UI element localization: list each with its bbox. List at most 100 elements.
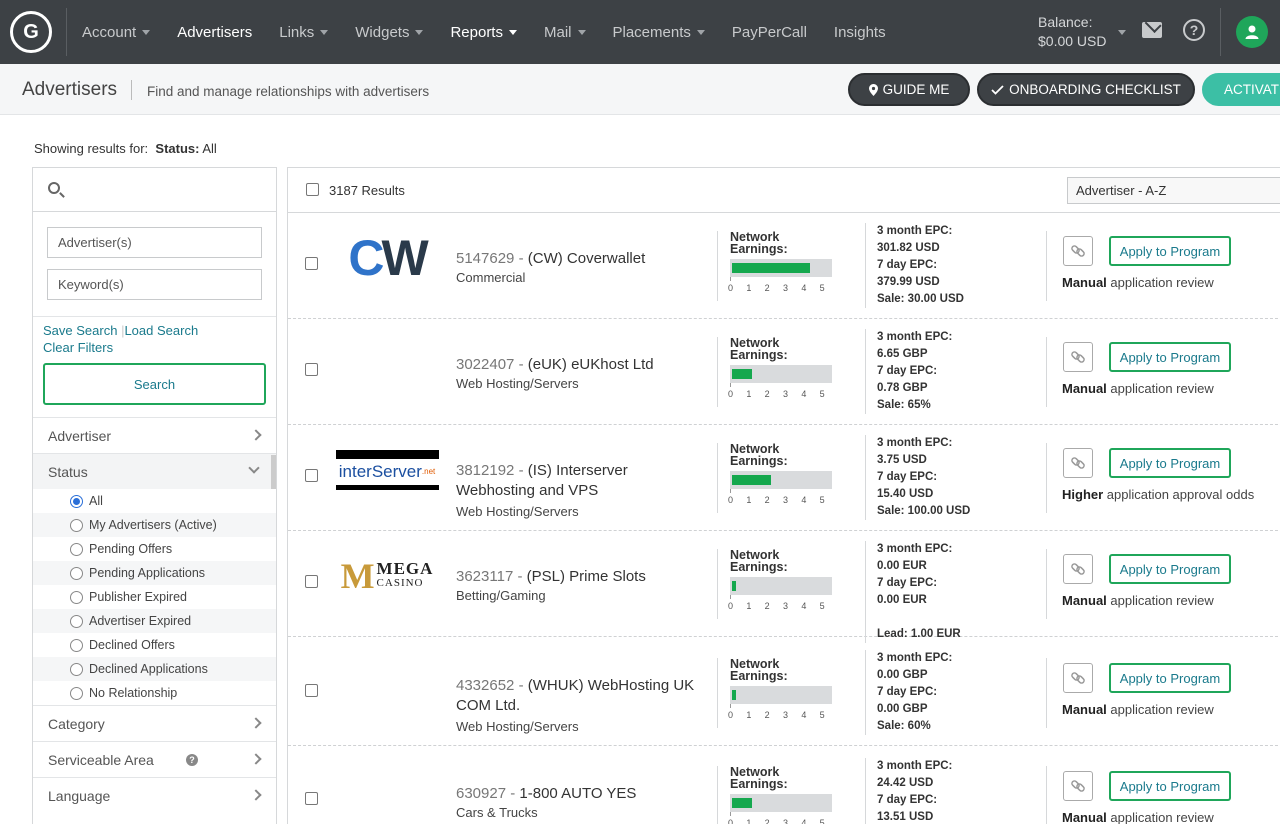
status-option[interactable]: Declined Offers [33, 633, 276, 657]
help-icon[interactable]: ? [1183, 19, 1205, 41]
table-row: 4332652 - (WHUK) WebHosting UK COM Ltd. W… [288, 640, 1280, 746]
facet-category[interactable]: Category [33, 705, 276, 741]
status-option[interactable]: My Advertisers (Active) [33, 513, 276, 537]
apply-to-program-button[interactable]: Apply to Program [1109, 342, 1231, 372]
facet-language-label: Language [48, 787, 111, 804]
balance-display[interactable]: Balance: $0.00 USD [1038, 13, 1106, 51]
advertiser-name-link[interactable]: 630927 - 1-800 AUTO YES [456, 784, 701, 804]
review-rest: application review [1106, 702, 1214, 717]
link-icon[interactable] [1063, 236, 1093, 266]
epc-line: 3 month EPC: [877, 652, 953, 664]
nav-item-links[interactable]: Links [279, 24, 329, 41]
apply-to-program-button[interactable]: Apply to Program [1109, 771, 1231, 801]
nav-item-widgets[interactable]: Widgets [355, 24, 424, 41]
user-avatar-icon[interactable] [1236, 16, 1268, 48]
radio-button[interactable] [70, 518, 83, 532]
nav-item-advertisers[interactable]: Advertisers [177, 24, 252, 41]
earnings-bar-track [730, 794, 832, 812]
status-option[interactable]: Publisher Expired [33, 585, 276, 609]
save-search-link[interactable]: Save Search [43, 323, 117, 338]
nav-item-mail[interactable]: Mail [544, 24, 586, 41]
epc-line: 6.65 GBP [877, 348, 928, 360]
nav-item-insights[interactable]: Insights [834, 24, 886, 41]
scale-tick-label: 1 [746, 283, 752, 293]
sidebar-scrollbar[interactable] [271, 455, 276, 489]
facet-serviceable-area-label: Serviceable Area [48, 751, 154, 768]
link-icon[interactable] [1063, 448, 1093, 478]
radio-button[interactable] [70, 662, 83, 676]
radio-button[interactable] [70, 614, 83, 628]
onboarding-checklist-button[interactable]: ONBOARDING CHECKLIST [977, 73, 1195, 106]
column-divider [1046, 766, 1047, 824]
activate-button[interactable]: ACTIVATE [1202, 73, 1280, 106]
search-icon[interactable] [48, 182, 60, 194]
radio-button[interactable] [70, 494, 83, 508]
epc-line: 0.00 GBP [877, 703, 928, 715]
epc-line: Sale: 30.00 USD [877, 293, 964, 305]
apply-to-program-button[interactable]: Apply to Program [1109, 236, 1231, 266]
row-checkbox[interactable] [305, 792, 318, 805]
row-checkbox[interactable] [305, 575, 318, 588]
nav-item-account[interactable]: Account [82, 24, 151, 41]
sort-select[interactable]: Advertiser - A-Z [1067, 177, 1280, 204]
balance-chevron-down-icon[interactable] [1118, 30, 1126, 35]
scale-tick-label: 2 [764, 283, 770, 293]
status-option[interactable]: Advertiser Expired [33, 609, 276, 633]
nav-item-paypercall[interactable]: PayPerCall [732, 24, 807, 41]
search-button[interactable]: Search [43, 363, 266, 405]
radio-button[interactable] [70, 542, 83, 556]
chevron-down-icon [142, 29, 151, 35]
radio-button[interactable] [70, 638, 83, 652]
status-option[interactable]: Declined Applications [33, 657, 276, 681]
scale-tick-label: 1 [746, 389, 752, 399]
network-earnings-label: Network Earnings: [730, 337, 788, 362]
advertiser-name-link[interactable]: 3812192 - (IS) Interserver Webhosting an… [456, 461, 701, 501]
row-checkbox[interactable] [305, 684, 318, 697]
guide-me-button[interactable]: GUIDE ME [848, 73, 970, 106]
apply-to-program-button[interactable]: Apply to Program [1109, 663, 1231, 693]
apply-to-program-button[interactable]: Apply to Program [1109, 554, 1231, 584]
info-icon[interactable]: ? [186, 754, 198, 766]
network-earnings-label: Network Earnings: [730, 766, 788, 791]
link-icon[interactable] [1063, 663, 1093, 693]
advertiser-name-link[interactable]: 4332652 - (WHUK) WebHosting UK COM Ltd. [456, 676, 701, 716]
status-option[interactable]: Pending Offers [33, 537, 276, 561]
advertiser-name-link[interactable]: 3623117 - (PSL) Prime Slots [456, 567, 701, 587]
row-checkbox[interactable] [305, 257, 318, 270]
advertiser-logo [332, 768, 442, 818]
link-icon[interactable] [1063, 554, 1093, 584]
showing-prefix: Showing results for: [34, 141, 149, 156]
brand-logo-icon[interactable]: G [10, 11, 52, 53]
radio-button[interactable] [70, 590, 83, 604]
nav-item-placements[interactable]: Placements [613, 24, 705, 41]
radio-button[interactable] [70, 686, 83, 700]
status-option-label: Advertiser Expired [89, 614, 192, 628]
advertiser-name-link[interactable]: 3022407 - (eUK) eUKhost Ltd [456, 355, 701, 375]
keyword-input[interactable]: Keyword(s) [47, 269, 262, 300]
facet-advertiser[interactable]: Advertiser [33, 417, 276, 453]
facet-status[interactable]: Status [33, 453, 276, 489]
row-checkbox[interactable] [305, 363, 318, 376]
status-option-label: Publisher Expired [89, 590, 187, 604]
status-option[interactable]: All [33, 489, 276, 513]
clear-filters-link[interactable]: Clear Filters [43, 340, 113, 355]
nav-item-reports[interactable]: Reports [450, 24, 517, 41]
advertiser-input[interactable]: Advertiser(s) [47, 227, 262, 258]
advertiser-name-link[interactable]: 5147629 - (CW) Coverwallet [456, 249, 701, 269]
radio-button[interactable] [70, 566, 83, 580]
select-all-checkbox[interactable] [306, 183, 319, 196]
chain-link-icon [1071, 245, 1085, 257]
status-option[interactable]: Pending Applications [33, 561, 276, 585]
facet-serviceable-area[interactable]: Serviceable Area ? [33, 741, 276, 777]
nav-item-label: Mail [543, 23, 572, 41]
status-option[interactable]: No Relationship [33, 681, 276, 705]
facet-language[interactable]: Language [33, 777, 276, 813]
link-icon[interactable] [1063, 342, 1093, 372]
link-icon[interactable] [1063, 771, 1093, 801]
mail-icon[interactable] [1142, 22, 1162, 38]
column-divider [1046, 231, 1047, 301]
load-search-link[interactable]: Load Search [124, 323, 198, 338]
apply-to-program-button[interactable]: Apply to Program [1109, 448, 1231, 478]
earnings-bar-fill [732, 581, 736, 591]
row-checkbox[interactable] [305, 469, 318, 482]
